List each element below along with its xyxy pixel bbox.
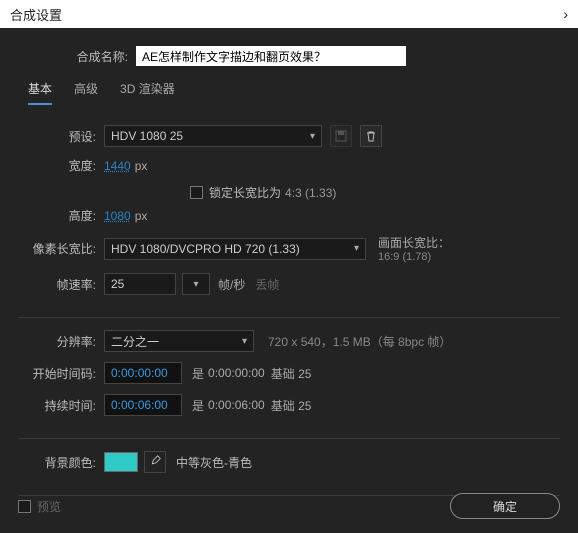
window-title: 合成设置 xyxy=(10,5,62,24)
preview-checkbox[interactable] xyxy=(18,500,31,513)
preview-group: 预览 xyxy=(18,498,61,515)
chevron-down-icon: ▾ xyxy=(310,131,315,142)
bg-color-name: 中等灰色-青色 xyxy=(176,454,252,471)
start-is-label: 是 xyxy=(192,365,204,382)
lock-aspect-row: 锁定长宽比为 4:3 (1.33) xyxy=(18,184,560,201)
duration-base: 基础 25 xyxy=(271,397,312,414)
panel-time: 分辨率: 二分之一 ▾ 720 x 540，1.5 MB（每 8bpc 帧） 开… xyxy=(18,326,560,439)
preview-label: 预览 xyxy=(37,498,61,515)
par-value: HDV 1080/DVCPRO HD 720 (1.33) xyxy=(111,242,300,256)
lock-aspect-checkbox[interactable] xyxy=(190,186,203,199)
height-input[interactable]: 1080 xyxy=(104,209,131,223)
preset-value: HDV 1080 25 xyxy=(111,129,183,143)
duration-ref: 0:00:06:00 xyxy=(208,398,265,412)
width-row: 宽度: 1440 px xyxy=(18,157,560,174)
bg-row: 背景颜色: 中等灰色-青色 xyxy=(18,451,560,473)
duration-input[interactable]: 0:00:06:00 xyxy=(104,394,182,416)
fps-value: 25 xyxy=(111,277,124,291)
bg-label: 背景颜色: xyxy=(18,454,96,471)
chevron-right-icon[interactable]: › xyxy=(563,6,568,22)
width-input[interactable]: 1440 xyxy=(104,159,131,173)
fps-unit: 帧/秒 xyxy=(218,276,245,293)
ok-label: 确定 xyxy=(493,498,517,515)
par-row: 像素长宽比: HDV 1080/DVCPRO HD 720 (1.33) ▾ 画… xyxy=(18,234,560,263)
titlebar: 合成设置 › xyxy=(0,0,578,28)
resolution-value: 二分之一 xyxy=(111,333,159,350)
save-preset-button[interactable] xyxy=(330,125,352,147)
fps-input[interactable]: 25 xyxy=(104,273,176,295)
drop-frame-label: 丢帧 xyxy=(255,276,279,293)
footer: 预览 确定 xyxy=(18,493,560,519)
bg-color-swatch[interactable] xyxy=(104,452,138,472)
fps-dropdown[interactable]: ▾ xyxy=(182,273,210,295)
width-unit: px xyxy=(135,159,148,173)
ok-button[interactable]: 确定 xyxy=(450,493,560,519)
lock-aspect-label: 锁定长宽比为 xyxy=(209,184,281,201)
par-select[interactable]: HDV 1080/DVCPRO HD 720 (1.33) ▾ xyxy=(104,238,366,260)
resolution-select[interactable]: 二分之一 ▾ xyxy=(104,330,254,352)
tab-basic[interactable]: 基本 xyxy=(28,80,52,105)
tab-bar: 基本 高级 3D 渲染器 xyxy=(18,80,560,105)
fps-label: 帧速率: xyxy=(18,276,96,293)
fps-row: 帧速率: 25 ▾ 帧/秒 丢帧 xyxy=(18,273,560,295)
lock-aspect-ratio: 4:3 (1.33) xyxy=(285,186,336,200)
duration-label: 持续时间: xyxy=(18,397,96,414)
duration-is-label: 是 xyxy=(192,397,204,414)
start-base: 基础 25 xyxy=(271,365,312,382)
frame-aspect-info: 画面长宽比： 16:9 (1.78) xyxy=(378,234,450,263)
chevron-down-icon: ▾ xyxy=(354,243,359,254)
eyedropper-button[interactable] xyxy=(144,451,166,473)
height-row: 高度: 1080 px xyxy=(18,207,560,224)
preset-select[interactable]: HDV 1080 25 ▾ xyxy=(104,125,322,147)
tab-renderer[interactable]: 3D 渲染器 xyxy=(120,80,175,105)
panel-bg: 背景颜色: 中等灰色-青色 xyxy=(18,447,560,496)
tab-advanced[interactable]: 高级 xyxy=(74,80,98,105)
frame-aspect-label: 画面长宽比： xyxy=(378,234,450,251)
panel-dimensions: 预设: HDV 1080 25 ▾ 宽度: 1440 px 锁定长 xyxy=(18,121,560,318)
start-time-row: 开始时间码: 0:00:00:00 是 0:00:00:00 基础 25 xyxy=(18,362,560,384)
par-label: 像素长宽比: xyxy=(18,240,96,257)
preset-label: 预设: xyxy=(18,128,96,145)
content-area: 合成名称: 基本 高级 3D 渲染器 预设: HDV 1080 25 ▾ xyxy=(0,28,578,533)
chevron-down-icon: ▾ xyxy=(242,336,247,347)
resolution-row: 分辨率: 二分之一 ▾ 720 x 540，1.5 MB（每 8bpc 帧） xyxy=(18,330,560,352)
start-time-input[interactable]: 0:00:00:00 xyxy=(104,362,182,384)
start-ref: 0:00:00:00 xyxy=(208,366,265,380)
frame-aspect-value: 16:9 (1.78) xyxy=(378,251,450,263)
height-unit: px xyxy=(135,209,148,223)
duration-row: 持续时间: 0:00:06:00 是 0:00:06:00 基础 25 xyxy=(18,394,560,416)
preset-row: 预设: HDV 1080 25 ▾ xyxy=(18,125,560,147)
delete-preset-button[interactable] xyxy=(360,125,382,147)
comp-name-row: 合成名称: xyxy=(18,46,560,66)
start-time-label: 开始时间码: xyxy=(18,365,96,382)
composition-settings-window: 合成设置 › 合成名称: 基本 高级 3D 渲染器 预设: HDV 1080 2… xyxy=(0,0,578,533)
resolution-info: 720 x 540，1.5 MB（每 8bpc 帧） xyxy=(268,333,451,350)
comp-name-label: 合成名称: xyxy=(66,48,128,65)
height-label: 高度: xyxy=(18,207,96,224)
comp-name-input[interactable] xyxy=(136,46,406,66)
width-label: 宽度: xyxy=(18,157,96,174)
resolution-label: 分辨率: xyxy=(18,333,96,350)
